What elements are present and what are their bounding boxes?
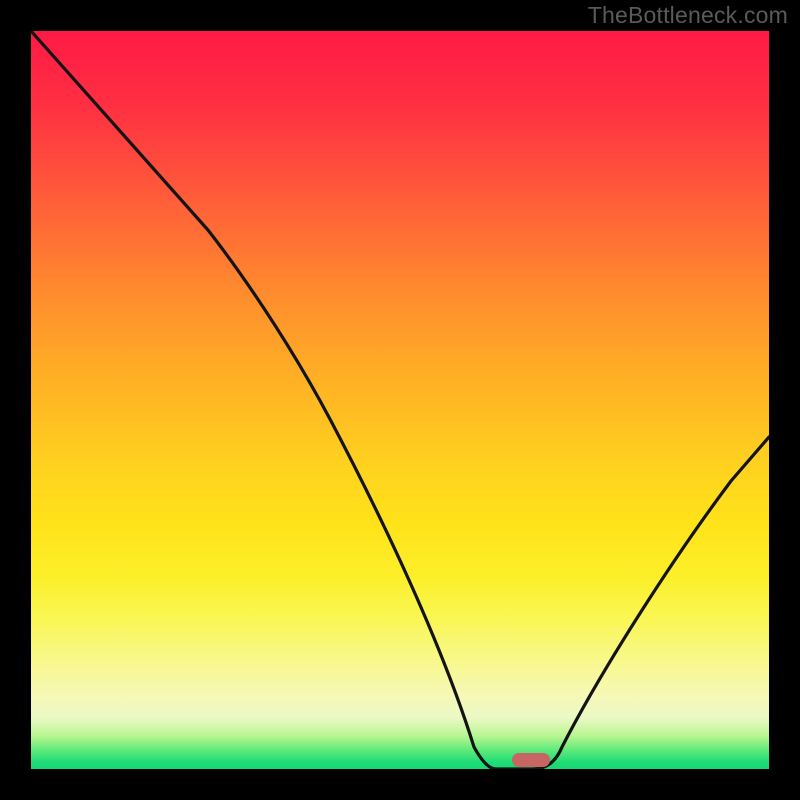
plot-area: [31, 31, 769, 769]
bottleneck-curve: [31, 31, 769, 769]
outer-frame: TheBottleneck.com: [0, 0, 800, 800]
optimal-point-marker: [512, 753, 550, 767]
watermark-text: TheBottleneck.com: [588, 2, 788, 29]
